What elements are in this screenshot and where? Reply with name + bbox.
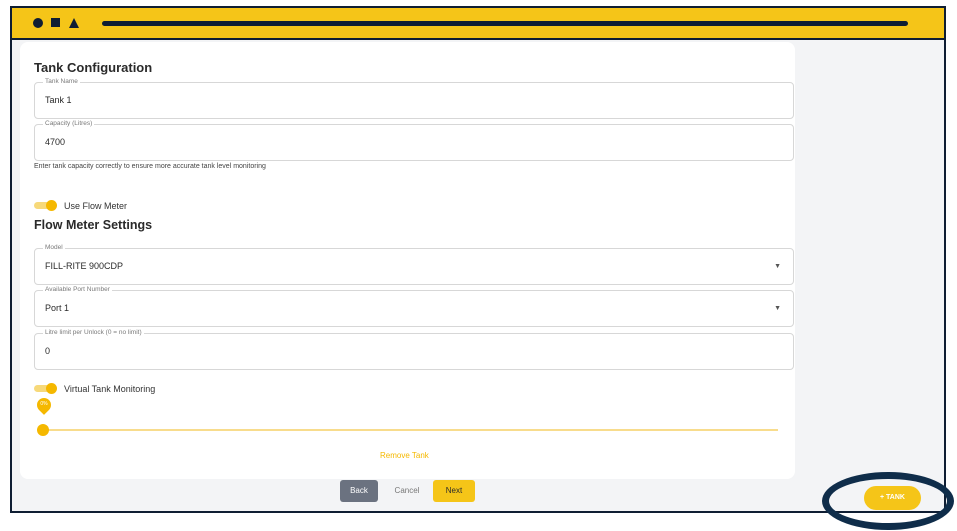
tank-level-slider-track[interactable] — [42, 429, 778, 431]
tank-name-label: Tank Name — [43, 77, 80, 87]
tank-config-card: Tank Configuration Tank Name Tank 1 Capa… — [20, 42, 795, 479]
add-tank-button[interactable]: + TANK — [864, 486, 921, 510]
model-value: FILL-RITE 900CDP — [45, 261, 124, 271]
port-label: Available Port Number — [43, 285, 112, 295]
next-button[interactable]: Next — [433, 480, 475, 502]
port-select[interactable]: Available Port Number Port 1 ▼ — [34, 285, 794, 327]
slider-value-label: 0% — [40, 401, 48, 407]
header-bar — [102, 21, 908, 26]
toggle-knob — [46, 200, 57, 211]
capacity-value: 4700 — [45, 137, 66, 147]
chevron-down-icon: ▼ — [774, 305, 781, 312]
toggle-knob — [46, 383, 57, 394]
tank-name-field[interactable]: Tank Name Tank 1 — [34, 77, 794, 119]
flow-meter-settings-title: Flow Meter Settings — [34, 218, 153, 232]
virtual-tank-label: Virtual Tank Monitoring — [64, 384, 156, 394]
model-select[interactable]: Model FILL-RITE 900CDP ▼ — [34, 243, 794, 285]
virtual-tank-toggle[interactable] — [34, 383, 58, 394]
capacity-label: Capacity (Litres) — [43, 119, 95, 129]
litre-limit-label: Litre limit per Unlock (0 = no limit) — [43, 328, 144, 338]
tank-level-slider-handle[interactable] — [37, 424, 49, 436]
capacity-field[interactable]: Capacity (Litres) 4700 — [34, 119, 794, 161]
tank-name-value: Tank 1 — [45, 95, 72, 105]
capacity-helper-text: Enter tank capacity correctly to ensure … — [34, 163, 266, 170]
back-button[interactable]: Back — [340, 480, 378, 502]
circle-icon — [33, 18, 43, 28]
remove-tank-button[interactable]: Remove Tank — [380, 451, 429, 460]
chevron-down-icon: ▼ — [774, 263, 781, 270]
litre-limit-value: 0 — [45, 346, 51, 356]
model-label: Model — [43, 243, 65, 253]
app-window: Tank Configuration Tank Name Tank 1 Capa… — [10, 6, 946, 513]
window-header — [12, 8, 944, 40]
litre-limit-field[interactable]: Litre limit per Unlock (0 = no limit) 0 — [34, 328, 794, 370]
page-title: Tank Configuration — [34, 60, 153, 75]
use-flow-meter-toggle[interactable] — [34, 200, 58, 211]
cancel-button[interactable]: Cancel — [390, 480, 424, 502]
use-flow-meter-label: Use Flow Meter — [64, 201, 128, 211]
square-icon — [51, 18, 60, 27]
port-value: Port 1 — [45, 303, 70, 313]
triangle-icon — [69, 18, 79, 28]
